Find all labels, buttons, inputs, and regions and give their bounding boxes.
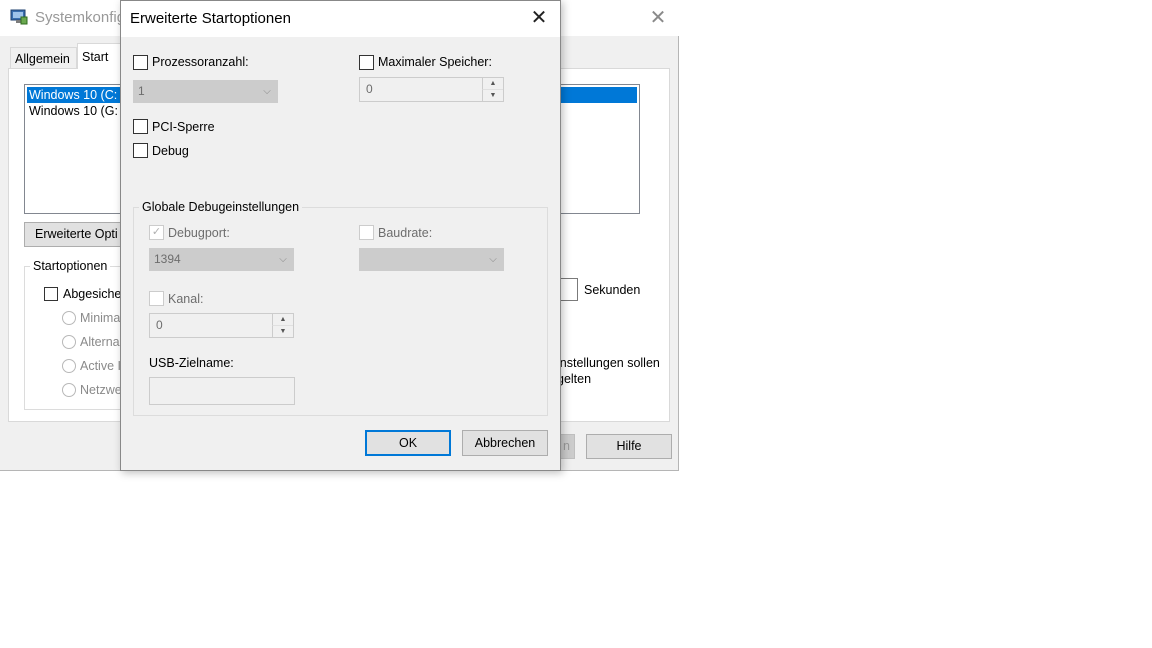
spin-down-icon[interactable]: ▼ [482, 90, 503, 101]
advanced-options-button[interactable]: Erweiterte Opti [24, 222, 134, 247]
radio-active-directory[interactable] [62, 359, 76, 373]
radio-active-directory-label: Active I [80, 359, 121, 373]
start-options-group-label: Startoptionen [30, 259, 111, 273]
radio-network-label: Netzwe [80, 383, 122, 397]
debug-port-label: Debugport: [168, 226, 230, 240]
baud-rate-label: Baudrate: [378, 226, 433, 240]
processor-count-label: Prozessoranzahl: [152, 55, 249, 69]
help-button[interactable]: Hilfe [586, 434, 672, 459]
safe-boot-checkbox[interactable] [44, 287, 58, 301]
spin-up-icon[interactable]: ▲ [272, 314, 293, 326]
processor-count-value: 1 [138, 84, 145, 98]
radio-minimal-label: Minima [80, 311, 121, 325]
close-icon[interactable]: ✕ [527, 7, 551, 29]
bg-close-icon[interactable]: ✕ [648, 8, 668, 28]
max-memory-label: Maximaler Speicher: [378, 55, 492, 69]
cancel-button[interactable]: Abbrechen [462, 430, 548, 456]
spin-up-icon[interactable]: ▲ [482, 78, 503, 90]
pci-lock-checkbox[interactable] [133, 119, 148, 134]
max-memory-value: 0 [366, 82, 373, 96]
safe-boot-label: Abgesiche [63, 287, 122, 301]
timeout-input[interactable] [558, 278, 578, 301]
dialog-title: Erweiterte Startoptionen [130, 10, 291, 27]
debug-label: Debug [152, 144, 189, 158]
baud-rate-checkbox[interactable] [359, 225, 374, 240]
radio-network[interactable] [62, 383, 76, 397]
pci-lock-label: PCI-Sperre [152, 120, 215, 134]
radio-alternate-label: Alterna [80, 335, 120, 349]
system-config-app-icon [10, 9, 28, 25]
debug-port-value: 1394 [154, 252, 181, 266]
processor-count-select[interactable]: 1 ⌵ [133, 80, 278, 103]
seconds-label: Sekunden [584, 283, 641, 297]
debug-settings-group-label: Globale Debugeinstellungen [139, 200, 303, 214]
processor-count-checkbox[interactable] [133, 55, 148, 70]
radio-minimal[interactable] [62, 311, 76, 325]
channel-checkbox[interactable] [149, 291, 164, 306]
debug-port-select[interactable]: 1394 ⌵ [149, 248, 294, 271]
channel-label: Kanal: [168, 292, 204, 306]
chevron-down-icon: ⌵ [279, 254, 287, 265]
spin-down-icon[interactable]: ▼ [272, 326, 293, 337]
tab-general[interactable]: Allgemein [10, 47, 77, 69]
persist-settings-note: instellungen sollen gelten [557, 356, 660, 386]
usb-target-input[interactable] [149, 377, 295, 405]
max-memory-checkbox[interactable] [359, 55, 374, 70]
radio-alternate[interactable] [62, 335, 76, 349]
baud-rate-select[interactable]: ⌵ [359, 248, 504, 271]
debug-port-checkbox[interactable]: ✓ [149, 225, 164, 240]
debug-checkbox[interactable] [133, 143, 148, 158]
advanced-boot-options-dialog: Erweiterte Startoptionen ✕ Prozessoranza… [120, 0, 561, 471]
chevron-down-icon: ⌵ [263, 86, 271, 97]
ok-button[interactable]: OK [365, 430, 451, 456]
max-memory-stepper[interactable]: 0 ▲ ▼ [359, 77, 504, 102]
usb-target-label: USB-Zielname: [149, 356, 234, 370]
tab-start[interactable]: Start [77, 43, 122, 69]
bg-window-title: Systemkonfig [35, 9, 126, 26]
channel-value: 0 [156, 318, 163, 332]
checkmark-icon: ✓ [151, 226, 162, 238]
chevron-down-icon: ⌵ [489, 254, 497, 265]
channel-stepper[interactable]: 0 ▲ ▼ [149, 313, 294, 338]
